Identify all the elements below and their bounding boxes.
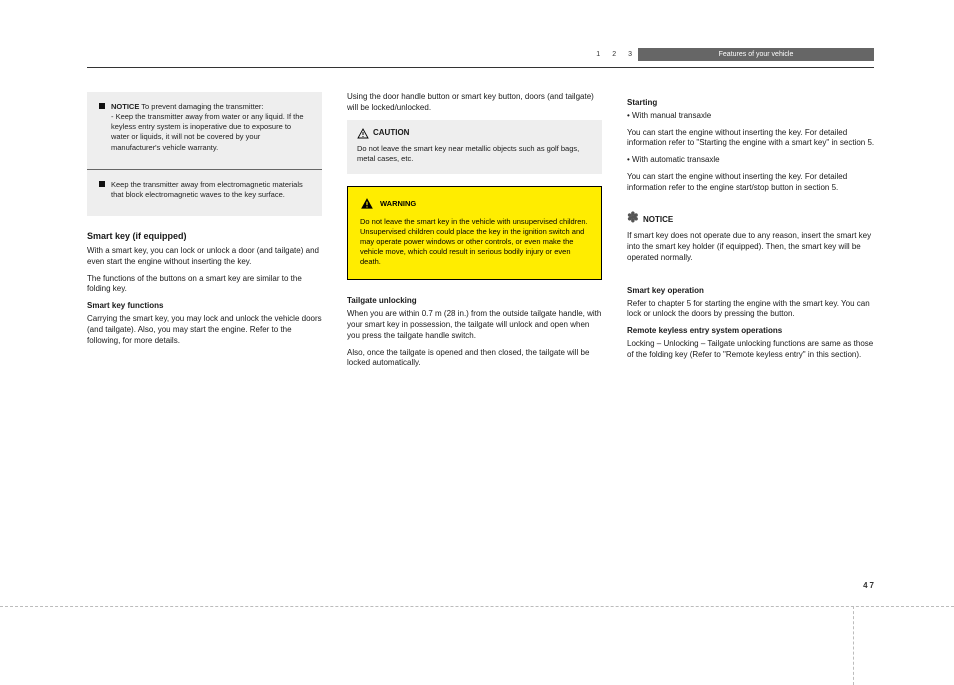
caution-label: CAUTION: [373, 128, 409, 139]
page-dash-vertical: [853, 606, 854, 685]
top-tab-bar: 1 2 3 Features of your vehicle: [87, 48, 874, 66]
smart-body-2: The functions of the buttons on a smart …: [87, 274, 322, 296]
tailgate-title: Tailgate unlocking: [347, 296, 602, 307]
tailgate-body-2: Also, once the tailgate is opened and th…: [347, 348, 602, 370]
notice-box-2: Keep the transmitter away from electroma…: [87, 170, 322, 216]
notice-box-1: NOTICE To prevent damaging the transmitt…: [87, 92, 322, 170]
tab-features-active: Features of your vehicle: [638, 48, 874, 61]
notice-label: NOTICE: [111, 102, 139, 111]
notice-text-1: To prevent damaging the transmitter:: [141, 102, 263, 111]
tab-2: 2: [606, 48, 622, 61]
notice-star: ✽ NOTICE: [627, 210, 875, 226]
bullet-icon: [99, 181, 105, 187]
tab-3: 3: [622, 48, 638, 61]
tab-1: 1: [590, 48, 606, 61]
page-num: 7: [870, 581, 874, 590]
remote-title: Remote keyless entry system operations: [627, 326, 875, 337]
caution-body: Do not leave the smart key near metallic…: [357, 144, 592, 164]
notice-box-group: NOTICE To prevent damaging the transmitt…: [87, 92, 322, 216]
warning-box: WARNING Do not leave the smart key in th…: [347, 186, 602, 281]
notice-star-label: NOTICE: [643, 215, 673, 224]
smart-oper-body: Refer to chapter 5 for starting the engi…: [627, 299, 875, 321]
smart-key-title: Smart key (if equipped): [87, 230, 322, 242]
remote-body: Locking – Unlocking – Tailgate unlocking…: [627, 339, 875, 361]
caution-triangle-icon: [357, 128, 369, 140]
bullet-icon: [99, 103, 105, 109]
page-section: 4: [863, 581, 867, 590]
caution-box: CAUTION Do not leave the smart key near …: [347, 120, 602, 174]
warning-triangle-icon: [360, 197, 374, 211]
warning-label: WARNING: [380, 199, 416, 209]
star-icon: ✽: [627, 209, 639, 225]
start-auto-head: • With automatic transaxle: [627, 155, 875, 166]
notice-star-body: If smart key does not operate due to any…: [627, 231, 875, 263]
smart-oper-title: Smart key operation: [627, 286, 875, 297]
page-number: 4 7: [863, 581, 874, 590]
header-rule: [87, 67, 874, 68]
smart-functions-title: Smart key functions: [87, 301, 322, 312]
start-manual-head: • With manual transaxle: [627, 111, 875, 122]
page-dash-horizontal: [0, 606, 954, 607]
tailgate-body: When you are within 0.7 m (28 in.) from …: [347, 309, 602, 341]
smart-body-1: With a smart key, you can lock or unlock…: [87, 246, 322, 268]
start-auto-body: You can start the engine without inserti…: [627, 172, 875, 194]
notice-sub-dash: - Keep the transmitter away from water o…: [111, 112, 310, 153]
smart-carry-body: Carrying the smart key, you may lock and…: [87, 314, 322, 346]
info-text: Keep the transmitter away from electroma…: [111, 180, 310, 200]
col2-p1: Using the door handle button or smart ke…: [347, 92, 602, 114]
warning-body: Do not leave the smart key in the vehicl…: [360, 217, 589, 268]
start-manual-body: You can start the engine without inserti…: [627, 128, 875, 150]
starting-title: Starting: [627, 98, 875, 109]
